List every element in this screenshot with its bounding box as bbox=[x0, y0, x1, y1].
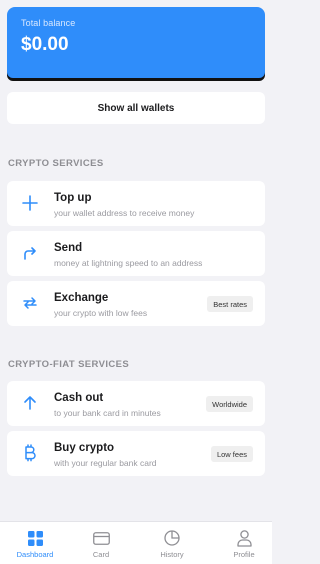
card-icon bbox=[92, 529, 110, 547]
dashboard-grid-icon bbox=[26, 529, 44, 547]
send-item[interactable]: Send money at lightning speed to an addr… bbox=[7, 231, 265, 276]
exchange-subtitle: your crypto with low fees bbox=[54, 308, 148, 318]
tab-profile[interactable]: Profile bbox=[210, 522, 278, 564]
balance-card[interactable]: Total balance $0.00 bbox=[7, 7, 265, 78]
top-up-title: Top up bbox=[54, 192, 92, 204]
tab-history[interactable]: History bbox=[138, 522, 206, 564]
buy-crypto-title: Buy crypto bbox=[54, 442, 115, 454]
history-pie-icon bbox=[163, 529, 181, 547]
send-arrow-icon bbox=[21, 244, 39, 262]
buy-crypto-subtitle: with your regular bank card bbox=[54, 458, 157, 468]
balance-label: Total balance bbox=[21, 18, 76, 28]
send-title: Send bbox=[54, 242, 83, 254]
worldwide-badge: Worldwide bbox=[206, 396, 253, 412]
cash-out-item[interactable]: Cash out to your bank card in minutes Wo… bbox=[7, 381, 265, 426]
top-up-item[interactable]: Top up your wallet address to receive mo… bbox=[7, 181, 265, 226]
plus-icon bbox=[21, 194, 39, 212]
tab-dashboard-label: Dashboard bbox=[16, 550, 54, 559]
exchange-arrows-icon bbox=[21, 294, 39, 312]
cash-out-subtitle: to your bank card in minutes bbox=[54, 408, 161, 418]
top-up-subtitle: your wallet address to receive money bbox=[54, 208, 195, 218]
cash-out-title: Cash out bbox=[54, 392, 104, 404]
buy-crypto-item[interactable]: Buy crypto with your regular bank card L… bbox=[7, 431, 265, 476]
show-all-wallets-button[interactable]: Show all wallets bbox=[7, 92, 265, 124]
tab-card-label: Card bbox=[92, 550, 110, 559]
exchange-title: Exchange bbox=[54, 292, 109, 304]
bottom-tab-bar: Dashboard Card History Profile bbox=[0, 521, 272, 564]
tab-profile-label: Profile bbox=[233, 550, 255, 559]
send-subtitle: money at lightning speed to an address bbox=[54, 258, 203, 268]
arrow-up-icon bbox=[21, 394, 39, 412]
profile-icon bbox=[235, 529, 253, 547]
exchange-item[interactable]: Exchange your crypto with low fees Best … bbox=[7, 281, 265, 326]
crypto-services-heading: CRYPTO SERVICES bbox=[8, 158, 104, 169]
tab-history-label: History bbox=[160, 550, 184, 559]
tab-card[interactable]: Card bbox=[67, 522, 135, 564]
best-rates-badge: Best rates bbox=[207, 296, 253, 312]
fiat-services-heading: CRYPTO-FIAT SERVICES bbox=[8, 359, 130, 370]
bitcoin-icon bbox=[21, 444, 39, 462]
low-fees-badge: Low fees bbox=[210, 446, 253, 462]
balance-value: $0.00 bbox=[21, 34, 69, 55]
tab-dashboard[interactable]: Dashboard bbox=[1, 522, 69, 564]
